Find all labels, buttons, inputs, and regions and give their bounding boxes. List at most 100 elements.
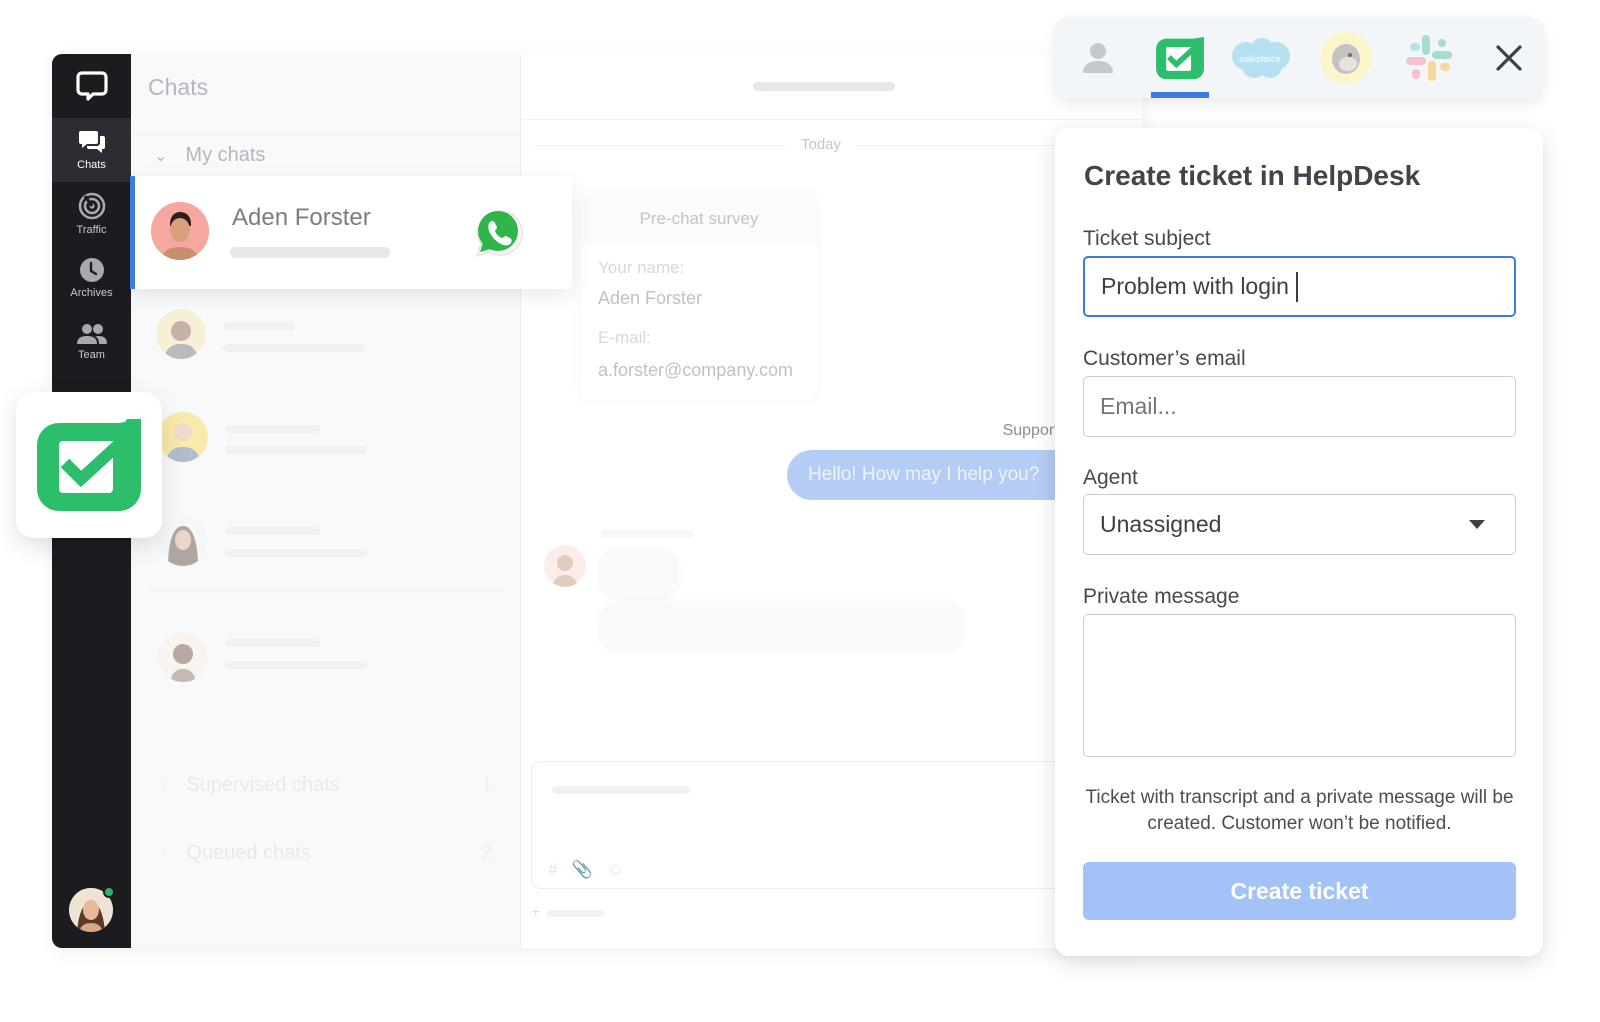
active-tab-indicator	[1151, 92, 1209, 98]
sidebar-item-label: Traffic	[76, 224, 107, 236]
add-action[interactable]: +	[531, 904, 605, 922]
salesforce-icon: salesforce	[1232, 37, 1290, 78]
hashtag-icon[interactable]: #	[548, 860, 557, 880]
group-label: Supervised chats	[186, 773, 340, 796]
sidebar-item-label: Archives	[70, 287, 113, 299]
conversation-title-placeholder	[753, 82, 895, 91]
create-ticket-panel: Create ticket in HelpDesk Ticket subject…	[1055, 128, 1543, 956]
ticket-subject-value: Problem with login	[1101, 273, 1289, 299]
chat-list-avatar[interactable]	[158, 632, 208, 682]
supervised-chats-group[interactable]: › Supervised chats 1	[131, 770, 520, 800]
svg-text:salesforce: salesforce	[1239, 54, 1280, 64]
sidebar-item-traffic[interactable]: Traffic	[52, 182, 131, 246]
tab-salesforce[interactable]: salesforce	[1228, 17, 1292, 98]
sidebar-item-team[interactable]: Team	[52, 310, 131, 374]
agent-label: Agent	[1083, 466, 1138, 489]
customer-email-label: Customer’s email	[1083, 347, 1246, 370]
conversation-header	[521, 54, 1142, 120]
app-logo[interactable]	[52, 54, 131, 118]
helpdesk-check-icon	[1156, 36, 1204, 79]
helpdesk-check-icon	[37, 419, 141, 511]
clock-icon	[79, 258, 104, 282]
sidebar-item-label: Chats	[77, 159, 106, 171]
survey-title: Pre-chat survey	[581, 194, 817, 244]
customer-name-placeholder	[601, 530, 693, 538]
customer-email-input[interactable]	[1083, 376, 1516, 437]
private-message-label: Private message	[1083, 585, 1240, 608]
survey-field-label: E-mail:	[598, 328, 651, 347]
group-count: 2	[480, 841, 492, 864]
tab-customer-details[interactable]	[1072, 17, 1124, 98]
dropdown-arrow-icon	[1469, 520, 1485, 529]
chats-icon	[78, 131, 105, 153]
sidebar-item-chats[interactable]: Chats	[52, 118, 131, 182]
chat-preview-placeholder	[225, 446, 367, 454]
chevron-right-icon: ›	[161, 844, 167, 861]
customer-avatar	[151, 202, 209, 260]
composer-toolbar: # 📎 ☺	[548, 860, 624, 880]
chevron-down-icon: ⌄	[154, 147, 168, 165]
conversation-panel: Today Pre-chat survey Your name: Aden Fo…	[521, 54, 1142, 948]
private-message-textarea[interactable]	[1083, 614, 1516, 757]
section-label: My chats	[185, 144, 266, 166]
agent-select[interactable]: Unassigned	[1083, 494, 1516, 555]
list-divider	[149, 590, 503, 591]
chat-list-avatar[interactable]	[158, 412, 208, 462]
slack-icon	[1406, 34, 1452, 81]
tab-slack[interactable]	[1400, 17, 1458, 98]
date-separator: Today	[801, 136, 842, 153]
text-caret	[1295, 271, 1298, 302]
chat-name-placeholder	[225, 639, 321, 647]
tab-helpdesk[interactable]	[1151, 17, 1209, 98]
online-status-dot	[103, 886, 115, 898]
pre-chat-survey-card: Pre-chat survey Your name: Aden Forster …	[581, 194, 817, 400]
chat-preview-placeholder	[230, 247, 390, 258]
helpdesk-app-badge	[16, 392, 162, 538]
mailchimp-icon	[1320, 31, 1372, 84]
team-icon	[76, 324, 107, 344]
tab-mailchimp[interactable]	[1318, 17, 1374, 98]
customer-avatar	[544, 545, 586, 587]
chat-bubble-logo-icon	[75, 71, 108, 101]
queued-chats-group[interactable]: › Queued chats 2	[131, 838, 520, 868]
sidebar-item-archives[interactable]: Archives	[52, 246, 131, 310]
composer-placeholder	[552, 786, 690, 794]
customer-message-placeholder	[599, 548, 679, 600]
chat-list-avatar[interactable]	[156, 309, 206, 359]
attachment-icon[interactable]: 📎	[571, 860, 592, 880]
chat-name-placeholder	[225, 527, 321, 535]
survey-field-value: a.forster@company.com	[598, 360, 794, 380]
chat-preview-placeholder	[225, 549, 367, 557]
chat-name-placeholder	[223, 322, 295, 330]
integrations-tab-bar: salesforce	[1054, 17, 1544, 98]
emoji-icon[interactable]: ☺	[607, 860, 624, 880]
chevron-right-icon: ›	[161, 776, 167, 793]
add-action-placeholder	[546, 909, 605, 917]
my-chats-section[interactable]: ⌄ My chats	[131, 134, 520, 176]
traffic-icon	[78, 192, 105, 220]
chat-preview-placeholder	[223, 344, 365, 352]
ticket-subject-input[interactable]: Problem with login	[1083, 256, 1516, 317]
survey-field-value: Aden Forster	[598, 288, 703, 308]
person-icon	[1083, 42, 1113, 73]
chat-name-placeholder	[225, 425, 321, 433]
whatsapp-icon	[471, 206, 525, 265]
ticket-subject-label: Ticket subject	[1083, 227, 1211, 250]
customer-message-placeholder	[599, 602, 965, 652]
close-button[interactable]	[1492, 41, 1526, 75]
ticket-info-note: Ticket with transcript and a private mes…	[1085, 787, 1514, 834]
group-label: Queued chats	[186, 841, 311, 864]
chat-customer-name: Aden Forster	[232, 204, 371, 231]
group-count: 1	[480, 773, 492, 796]
survey-field-label: Your name:	[598, 258, 685, 277]
chat-preview-placeholder	[225, 661, 367, 669]
active-chat-item[interactable]: Aden Forster	[130, 176, 572, 289]
chat-list-title: Chats	[148, 74, 209, 100]
panel-title: Create ticket in HelpDesk	[1084, 160, 1421, 191]
message-composer[interactable]: # 📎 ☺	[531, 761, 1142, 889]
plus-icon: +	[531, 904, 541, 921]
create-ticket-button[interactable]: Create ticket	[1083, 862, 1516, 920]
close-icon	[1496, 45, 1522, 71]
chat-list-avatar[interactable]	[158, 516, 208, 566]
date-divider-left	[533, 145, 785, 146]
